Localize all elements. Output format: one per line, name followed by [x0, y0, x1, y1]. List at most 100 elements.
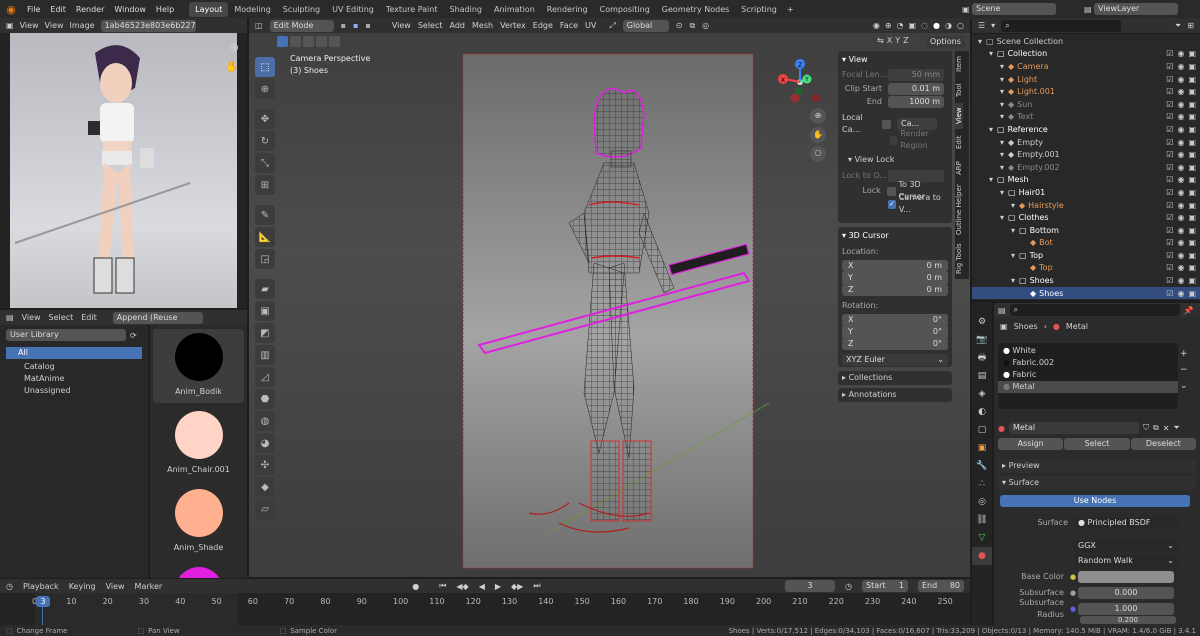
expand-arrow-icon[interactable]: ▾ — [989, 49, 997, 58]
base-color-socket-icon[interactable]: ● — [1070, 571, 1076, 583]
exclude-checkbox-icon[interactable]: ☑ — [1166, 289, 1173, 298]
camera-view-icon[interactable]: ⎔ — [810, 146, 826, 162]
viewport-menu-view[interactable]: View — [392, 21, 411, 30]
extend-selection-icon[interactable] — [290, 36, 301, 47]
outliner-row[interactable]: ▾ ◆ Light.001 ☑ ◉ ▣ — [972, 85, 1200, 98]
tab-modeling[interactable]: Modeling — [228, 2, 276, 17]
exclude-checkbox-icon[interactable]: ☑ — [1166, 213, 1173, 222]
remove-slot-icon[interactable]: − — [1180, 365, 1188, 375]
camera-render-icon[interactable]: ▣ — [1188, 226, 1196, 235]
collection-props-icon[interactable]: ▢ — [972, 421, 992, 439]
eye-icon[interactable]: ◉ — [1177, 125, 1184, 134]
mirror-z[interactable]: Z — [903, 36, 908, 45]
tool-props-icon[interactable]: ⚙ — [972, 313, 992, 331]
viewport-menu-edge[interactable]: Edge — [533, 21, 553, 30]
image-view-dropdown[interactable]: View — [20, 21, 39, 30]
particles-props-icon[interactable]: ∴ — [972, 475, 992, 493]
image-menu-view[interactable]: View — [45, 21, 64, 30]
material-props-icon[interactable]: ● — [972, 547, 992, 565]
exclude-checkbox-icon[interactable]: ☑ — [1166, 163, 1173, 172]
camera-render-icon[interactable]: ▣ — [1188, 175, 1196, 184]
outliner-row[interactable]: ◆ Bot ☑ ◉ ▣ — [972, 237, 1200, 250]
shading-material-icon[interactable]: ◑ — [945, 21, 952, 30]
subsurface-method-dropdown[interactable]: Random Walk ⌄ — [1074, 555, 1178, 567]
annotate-tool-icon[interactable]: ✎ — [255, 205, 275, 225]
output-props-icon[interactable]: 🖶 — [972, 349, 992, 367]
asset-editor-icon[interactable]: ▤ — [6, 313, 14, 322]
eye-icon[interactable]: ◉ — [1177, 49, 1184, 58]
base-color-swatch[interactable] — [1078, 571, 1174, 583]
modifier-props-icon[interactable]: 🔧 — [972, 457, 992, 475]
exclude-checkbox-icon[interactable]: ☑ — [1166, 263, 1173, 272]
smooth-tool-icon[interactable]: ◕ — [255, 433, 275, 453]
tab-texture-paint[interactable]: Texture Paint — [380, 2, 444, 17]
props-editor-icon[interactable]: ▤ — [998, 306, 1006, 315]
exclude-checkbox-icon[interactable]: ☑ — [1166, 238, 1173, 247]
eye-icon[interactable]: ◉ — [1177, 138, 1184, 147]
focal-field[interactable]: 50 mm — [888, 69, 944, 81]
camera-render-icon[interactable]: ▣ — [1188, 251, 1196, 260]
subsurface-field[interactable]: 0.000 — [1078, 587, 1174, 599]
preview-panel[interactable]: ▸ Preview — [998, 459, 1196, 473]
outliner-row[interactable]: ▾ ▢ Shoes ☑ ◉ ▣ — [972, 274, 1200, 287]
tab-item[interactable]: Item — [955, 51, 963, 77]
marker-menu[interactable]: Marker — [135, 582, 163, 591]
shear-tool-icon[interactable]: ▱ — [255, 499, 275, 519]
rotate-tool-icon[interactable]: ↻ — [255, 131, 275, 151]
expand-arrow-icon[interactable]: ▾ — [978, 37, 986, 46]
jump-end-icon[interactable]: ⏭ — [533, 581, 540, 591]
eye-icon[interactable]: ◉ — [1177, 213, 1184, 222]
category-catalog[interactable]: Catalog — [0, 361, 148, 373]
playhead-badge[interactable]: 3 — [36, 596, 50, 607]
outliner-row[interactable]: ▾▢Scene Collection☑◉▣ — [972, 35, 1200, 48]
outliner-row[interactable]: ▾ ◆ Text ☑ ◉ ▣ — [972, 111, 1200, 124]
distribution-dropdown[interactable]: GGX ⌄ — [1074, 540, 1178, 552]
next-key-icon[interactable]: ◆▶ — [511, 582, 523, 591]
expand-arrow-icon[interactable]: ▾ — [1011, 226, 1019, 235]
pan-view-icon[interactable]: ✋ — [810, 127, 826, 143]
expand-arrow-icon[interactable]: ▾ — [989, 175, 997, 184]
viewport-menu-vertex[interactable]: Vertex — [500, 21, 526, 30]
slot-menu-icon[interactable]: ⌄ — [1180, 381, 1188, 391]
camera-render-icon[interactable]: ▣ — [1188, 75, 1196, 84]
eye-icon[interactable]: ◉ — [1177, 251, 1184, 260]
cursor-rot-z[interactable]: Z 0° — [842, 338, 948, 350]
loop-cut-tool-icon[interactable]: ▥ — [255, 345, 275, 365]
tab-sculpting[interactable]: Sculpting — [277, 2, 326, 17]
outliner-row[interactable]: ▾ ▢ Top ☑ ◉ ▣ — [972, 249, 1200, 262]
local-camera-checkbox[interactable] — [882, 119, 891, 129]
viewport-menu-add[interactable]: Add — [450, 21, 466, 30]
select-vertex-icon[interactable]: ▪ — [341, 21, 346, 30]
record-icon[interactable]: ● — [412, 582, 419, 591]
poly-build-tool-icon[interactable]: ⬣ — [255, 389, 275, 409]
exclude-checkbox-icon[interactable]: ☑ — [1166, 87, 1173, 96]
camera-render-icon[interactable]: ▣ — [1188, 188, 1196, 197]
cursor-panel-header[interactable]: ▾ 3D Cursor — [842, 230, 948, 242]
menu-help[interactable]: Help — [151, 5, 179, 14]
viewlayer-field[interactable]: ViewLayer — [1094, 3, 1178, 15]
snap-icon[interactable]: ⧉ — [689, 21, 695, 31]
zoom-view-icon[interactable]: ⊕ — [810, 108, 826, 124]
eye-icon[interactable]: ◉ — [1177, 276, 1184, 285]
world-props-icon[interactable]: ◐ — [972, 403, 992, 421]
measure-tool-icon[interactable]: 📐 — [255, 227, 275, 247]
tab-arp[interactable]: ARP — [955, 155, 963, 181]
image-canvas[interactable]: ⊕ ✋ — [0, 33, 247, 308]
eye-icon[interactable]: ◉ — [1177, 289, 1184, 298]
eye-icon[interactable]: ◉ — [1177, 201, 1184, 210]
shrink-tool-icon[interactable]: ◆ — [255, 477, 275, 497]
invert-selection-icon[interactable] — [316, 36, 327, 47]
asset-item[interactable]: Anim_Shade — [153, 485, 244, 559]
menu-edit[interactable]: Edit — [45, 5, 71, 14]
object-props-icon[interactable]: ▣ — [972, 439, 992, 457]
category-all[interactable]: All — [6, 347, 142, 359]
outliner-row[interactable]: ▾ ◆ Sun ☑ ◉ ▣ — [972, 98, 1200, 111]
tab-geometry-nodes[interactable]: Geometry Nodes — [656, 2, 735, 17]
material-name-field[interactable]: Metal — [1008, 422, 1139, 434]
camera-render-icon[interactable]: ▣ — [1188, 49, 1196, 58]
camera-render-icon[interactable]: ▣ — [1188, 263, 1196, 272]
exclude-checkbox-icon[interactable]: ☑ — [1166, 49, 1173, 58]
select-edge-icon[interactable]: ▪ — [353, 21, 358, 30]
camera-to-view-checkbox[interactable]: ✓ — [888, 199, 896, 209]
viewport-3d[interactable]: ⬚ ⊕ ✥ ↻ ⤡ ⊞ ✎ 📐 ◲ ▰ ▣ ◩ ▥ ◿ ⬣ ◍ ◕ ✣ ◆ ▱ … — [249, 33, 970, 577]
